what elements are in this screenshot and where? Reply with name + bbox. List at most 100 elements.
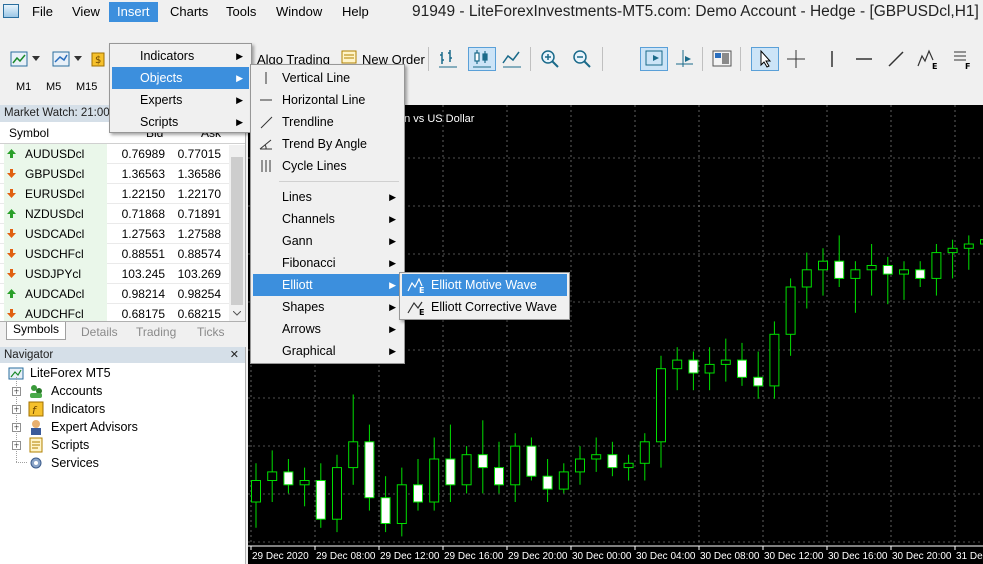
object-horizontal-line[interactable]: Horizontal Line	[253, 89, 402, 111]
cursor-icon[interactable]	[751, 47, 779, 71]
tree-lines	[16, 377, 28, 463]
menu-file[interactable]: File	[24, 2, 61, 22]
bullish-candle	[332, 467, 342, 520]
scroll-down-icon[interactable]	[233, 311, 241, 317]
object-lines[interactable]: Lines ▶	[253, 186, 402, 208]
insert-objects[interactable]: Objects ▶	[112, 67, 249, 89]
symbol-name: EURUSDcl	[25, 187, 85, 201]
bullish-candle	[461, 454, 472, 486]
market-watch-row[interactable]: USDCADcl 1.27563 1.27588	[0, 224, 245, 244]
price-down-icon	[7, 229, 16, 238]
object-horizontal-line-label: Horizontal Line	[282, 93, 366, 107]
scrollbar-thumb[interactable]	[231, 157, 243, 305]
close-icon[interactable]: ✕	[230, 347, 239, 363]
object-trend-by-angle[interactable]: Trend By Angle	[253, 133, 402, 155]
ask-cell: 0.71891	[177, 207, 221, 221]
horizontal-line-tool-icon[interactable]	[852, 47, 876, 71]
elliott-motive-wave[interactable]: E Elliott Motive Wave	[402, 274, 567, 296]
time-label: 30 Dec 20:00	[892, 551, 952, 562]
templates-icon[interactable]	[710, 47, 734, 71]
ask-cell: 0.88574	[177, 247, 221, 261]
navigator-root[interactable]: LiteForex MT5	[30, 364, 111, 382]
elliott-corrective-wave[interactable]: E Elliott Corrective Wave	[402, 296, 567, 318]
navigator-scripts[interactable]: Scripts	[51, 436, 89, 454]
market-watch-row[interactable]: AUDUSDcl 0.76989 0.77015	[0, 144, 245, 164]
auto-scroll-icon[interactable]	[640, 47, 668, 71]
market-watch-row[interactable]: USDJPYcl 103.245 103.269	[0, 264, 245, 284]
bullish-candle	[720, 359, 731, 365]
menu-insert[interactable]: Insert	[109, 2, 158, 22]
trendline-tool-icon[interactable]	[884, 47, 908, 71]
svg-text:F: F	[965, 62, 970, 70]
bid-cell: 0.76989	[121, 147, 165, 161]
object-fibonacci[interactable]: Fibonacci ▶	[253, 252, 402, 274]
menu-help[interactable]: Help	[334, 2, 377, 22]
bid-cell: 1.36563	[121, 167, 165, 181]
crosshair-icon[interactable]	[784, 47, 808, 71]
object-channels[interactable]: Channels ▶	[253, 208, 402, 230]
tab-ticks[interactable]: Ticks	[197, 325, 225, 339]
market-watch-row[interactable]: GBPUSDcl 1.36563 1.36586	[0, 164, 245, 184]
market-watch-row[interactable]: EURUSDcl 1.22150 1.22170	[0, 184, 245, 204]
new-chart-dropdown-icon[interactable]	[30, 47, 42, 71]
menu-charts[interactable]: Charts	[162, 2, 216, 22]
bullish-candle	[850, 269, 861, 279]
elliott-motive-wave-label: Elliott Motive Wave	[431, 278, 537, 292]
bearish-candle	[315, 480, 326, 520]
fibonacci-tool-icon[interactable]: F	[950, 47, 974, 71]
bearish-candle	[753, 376, 764, 387]
object-trendline[interactable]: Trendline	[253, 111, 402, 133]
tab-symbols[interactable]: Symbols	[6, 322, 67, 340]
time-label: 29 Dec 20:00	[508, 551, 568, 562]
object-graphical[interactable]: Graphical ▶	[253, 340, 402, 362]
insert-scripts[interactable]: Scripts ▶	[112, 111, 249, 133]
elliott-wave-tool-icon[interactable]: E	[916, 47, 940, 71]
market-watch-scrollbar[interactable]	[229, 145, 245, 325]
market-icon[interactable]: $	[90, 47, 106, 71]
insert-experts[interactable]: Experts ▶	[112, 89, 249, 111]
object-gann[interactable]: Gann ▶	[253, 230, 402, 252]
timeframe-m5[interactable]: M5	[46, 81, 61, 93]
bearish-candle	[607, 454, 618, 469]
insert-indicators[interactable]: Indicators ▶	[112, 45, 249, 67]
navigator-indicators[interactable]: Indicators	[51, 400, 105, 418]
object-shapes[interactable]: Shapes ▶	[253, 296, 402, 318]
chart-shift-icon[interactable]	[672, 47, 696, 71]
object-cycle-lines[interactable]: Cycle Lines	[253, 155, 402, 177]
bid-cell: 0.98214	[121, 287, 165, 301]
market-watch-row[interactable]: NZDUSDcl 0.71868 0.71891	[0, 204, 245, 224]
object-vertical-line[interactable]: Vertical Line	[253, 67, 402, 89]
candlestick-chart-icon[interactable]	[468, 47, 496, 71]
zoom-out-icon[interactable]	[570, 47, 594, 71]
object-elliott[interactable]: Elliott ▶	[253, 274, 402, 296]
profiles-dropdown-icon[interactable]	[72, 47, 84, 71]
menu-tools[interactable]: Tools	[218, 2, 264, 22]
zoom-in-icon[interactable]	[538, 47, 562, 71]
vertical-line-tool-icon[interactable]	[820, 47, 844, 71]
menu-window[interactable]: Window	[268, 2, 330, 22]
market-watch-row[interactable]: AUDCADcl 0.98214 0.98254	[0, 284, 245, 304]
menu-view[interactable]: View	[64, 2, 108, 22]
symbol-cell: USDJPYcl	[4, 264, 107, 284]
mt5-window: File View Insert Charts Tools Window Hel…	[0, 0, 983, 564]
column-symbol[interactable]: Symbol	[9, 126, 49, 140]
bar-chart-icon[interactable]	[436, 47, 460, 71]
navigator-accounts[interactable]: Accounts	[51, 382, 102, 400]
symbol-name: NZDUSDcl	[25, 207, 84, 221]
timeframe-m1[interactable]: M1	[16, 81, 31, 93]
navigator-services[interactable]: Services	[51, 454, 99, 472]
navigator-expert-advisors[interactable]: Expert Advisors	[51, 418, 138, 436]
object-arrows[interactable]: Arrows ▶	[253, 318, 402, 340]
tab-trading[interactable]: Trading	[136, 325, 176, 339]
symbol-name: USDJPYcl	[25, 267, 82, 281]
new-chart-icon[interactable]	[8, 47, 32, 71]
market-watch-row[interactable]: USDCHFcl 0.88551 0.88574	[0, 244, 245, 264]
profiles-icon[interactable]	[50, 47, 74, 71]
bullish-candle	[656, 368, 666, 443]
timeframe-m15[interactable]: M15	[76, 81, 97, 93]
bearish-candle	[542, 475, 553, 490]
bid-cell: 0.71868	[121, 207, 165, 221]
market-watch-tabs: Symbols Details Trading Ticks	[0, 321, 246, 345]
line-chart-icon[interactable]	[500, 47, 524, 71]
tab-details[interactable]: Details	[81, 325, 118, 339]
